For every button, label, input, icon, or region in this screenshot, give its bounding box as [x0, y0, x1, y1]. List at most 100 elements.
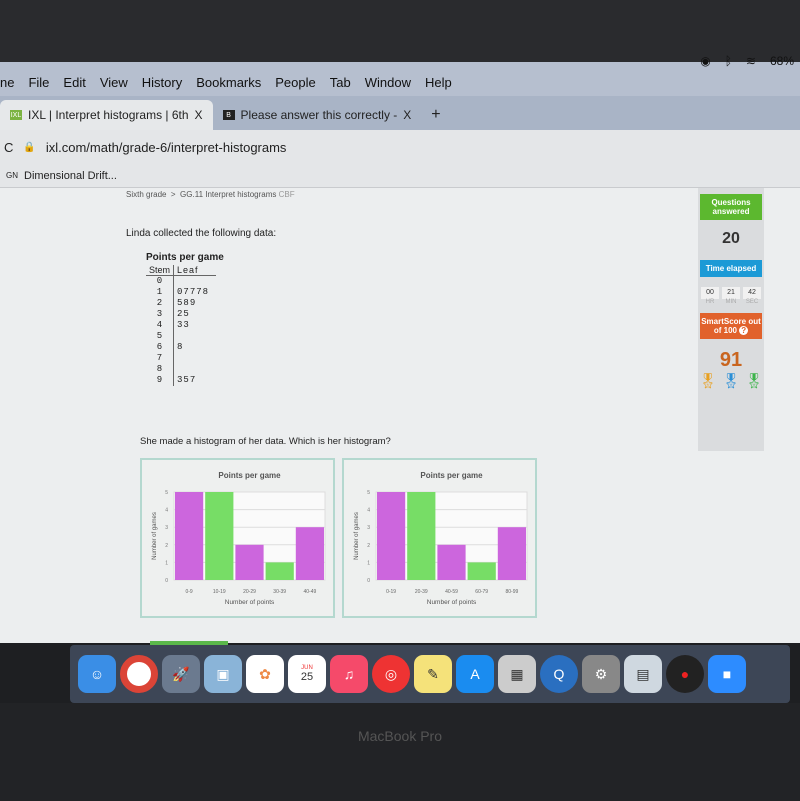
y-tick-label: 0 — [367, 578, 370, 584]
menu-tab[interactable]: Tab — [330, 75, 351, 90]
stem-leaf-row: 5 — [146, 330, 216, 342]
calendar-icon[interactable]: JUN 25 — [288, 655, 326, 693]
quicktime-icon[interactable]: Q — [540, 655, 578, 693]
notes-icon[interactable]: ✎ — [414, 655, 452, 693]
app-store-icon[interactable]: A — [456, 655, 494, 693]
leaf-cell — [173, 275, 216, 287]
tab-ixl[interactable]: IXL IXL | Interpret histograms | 6th X — [0, 100, 213, 130]
image-capture-icon[interactable]: ▤ — [624, 655, 662, 693]
y-tick-label: 1 — [165, 560, 168, 566]
record-player-icon[interactable]: ● — [666, 655, 704, 693]
laptop-label: MacBook Pro — [357, 728, 443, 744]
system-preferences-icon[interactable]: ⚙ — [582, 655, 620, 693]
page-content: Sixth grade > GG.11 Interpret histograms… — [0, 188, 800, 645]
skill-code: CBF — [278, 190, 295, 199]
leaf-cell: 589 — [173, 297, 216, 309]
menu-window[interactable]: Window — [365, 75, 411, 90]
histogram-bar — [497, 527, 526, 580]
battery-percent[interactable]: 68% — [770, 54, 794, 68]
y-tick-label: 3 — [165, 525, 168, 531]
new-tab-button[interactable]: + — [421, 100, 450, 130]
menu-view[interactable]: View — [100, 75, 128, 90]
question-intro: Linda collected the following data: — [126, 228, 277, 239]
menu-help[interactable]: Help — [425, 75, 452, 90]
y-tick-label: 1 — [367, 560, 370, 566]
menu-bookmarks[interactable]: Bookmarks — [196, 75, 261, 90]
dock: ☺ 🚀 ▣ ✿ JUN 25 ♫ ◎ ✎ A ▦ Q ⚙ ▤ ● ■ — [70, 645, 790, 703]
stem-cell: 4 — [156, 320, 163, 330]
bluetooth-icon[interactable]: ᛒ — [725, 54, 732, 68]
histogram-bar — [467, 562, 496, 580]
green-medal-icon: 🎖 — [744, 373, 764, 390]
photos-icon[interactable]: ✿ — [246, 655, 284, 693]
histogram-bar — [175, 492, 204, 580]
min-unit: MIN — [725, 299, 737, 305]
calculator-icon[interactable]: ▦ — [498, 655, 536, 693]
bookmark-dimensional-drift[interactable]: Dimensional Drift... — [24, 170, 117, 182]
histogram-bar — [437, 544, 466, 580]
wifi-icon[interactable]: ≋ — [746, 54, 756, 68]
menu-people[interactable]: People — [275, 75, 315, 90]
menu-app[interactable]: ne — [0, 75, 14, 90]
preview-icon[interactable]: ▣ — [204, 655, 242, 693]
stats-sidebar: Questions answered 20 Time elapsed 00 HR … — [698, 188, 764, 451]
stem-cell: 3 — [156, 309, 163, 319]
tab-brainly[interactable]: B Please answer this correctly - X — [213, 100, 422, 130]
leaf-cell: 07778 — [173, 286, 216, 298]
tab-bar: IXL IXL | Interpret histograms | 6th X B… — [0, 96, 800, 130]
menu-history[interactable]: History — [142, 75, 182, 90]
chart-title: Points per game — [420, 471, 483, 480]
reload-icon[interactable]: C — [4, 140, 13, 155]
y-tick-label: 3 — [367, 525, 370, 531]
tab-close-icon[interactable]: X — [195, 108, 203, 122]
tab-close-icon[interactable]: X — [403, 108, 411, 122]
stem-cell: 9 — [156, 375, 163, 385]
histogram-option-a[interactable]: Points per game 0 1 2 3 4 5 0-9 10-19 20-29 30-39 4… — [140, 458, 335, 618]
launchpad-icon[interactable]: 🚀 — [162, 655, 200, 693]
stem-leaf-row: 7 — [146, 352, 216, 364]
chrome-icon[interactable] — [120, 655, 158, 693]
vpn-icon[interactable]: ◉ — [700, 54, 710, 68]
url-field[interactable]: ixl.com/math/grade-6/interpret-histogram… — [46, 140, 287, 155]
x-axis-label: Number of points — [427, 599, 477, 606]
stem-leaf-row: 4 33 — [146, 319, 216, 331]
question-prompt: She made a histogram of her data. Which … — [140, 436, 391, 447]
status-area: ◉ ᛒ ≋ 68% — [700, 54, 794, 68]
x-tick-label: 40-49 — [304, 589, 317, 595]
plot-title: Points per game — [146, 252, 224, 263]
x-tick-label: 20-39 — [415, 589, 428, 595]
stem-leaf-row: 1 07778 — [146, 286, 216, 298]
leaf-cell: 33 — [173, 319, 216, 331]
smartscore-label: SmartScore out of 100 ? — [700, 313, 762, 339]
histogram-chart-a: Points per game 0 1 2 3 4 5 0-9 10-19 20-29 30-39 4… — [152, 471, 326, 606]
stem-leaf-plot: Points per game Stem Leaf 0 1 07778 2 589 3 25 4… — [146, 252, 224, 386]
stem-cell: 8 — [156, 364, 163, 374]
ixl-favicon-icon: IXL — [10, 110, 22, 120]
music-icon[interactable]: ♫ — [330, 655, 368, 693]
calendar-day: 25 — [300, 671, 314, 683]
breadcrumb-grade[interactable]: Sixth grade — [126, 190, 166, 199]
histogram-option-b[interactable]: Points per game 0 1 2 3 4 5 0-19 20-39 40-59 60-79… — [342, 458, 537, 618]
finder-icon[interactable]: ☺ — [78, 655, 116, 693]
y-tick-label: 4 — [165, 508, 168, 514]
x-tick-label: 40-59 — [445, 589, 458, 595]
stem-header: Stem — [146, 265, 174, 276]
chart-title: Points per game — [218, 471, 281, 480]
leaf-cell: 8 — [173, 341, 216, 353]
menu-edit[interactable]: Edit — [63, 75, 85, 90]
blue-medal-icon: 🎖 — [721, 373, 741, 390]
y-tick-label: 5 — [367, 490, 370, 496]
screen-recorder-icon[interactable]: ◎ — [372, 655, 410, 693]
laptop-bezel — [0, 703, 800, 801]
x-tick-label: 10-19 — [213, 589, 226, 595]
zoom-icon[interactable]: ■ — [708, 655, 746, 693]
bookmarks-bar: GN Dimensional Drift... — [0, 164, 800, 188]
stem-cell: 5 — [156, 331, 163, 341]
breadcrumb-skill: GG.11 Interpret histograms — [180, 190, 277, 199]
x-tick-label: 30-39 — [273, 589, 286, 595]
help-icon[interactable]: ? — [739, 326, 749, 335]
menu-file[interactable]: File — [28, 75, 49, 90]
y-tick-label: 2 — [165, 543, 168, 549]
histogram-bar — [377, 492, 406, 580]
address-bar: C 🔒 ixl.com/math/grade-6/interpret-histo… — [0, 130, 800, 164]
